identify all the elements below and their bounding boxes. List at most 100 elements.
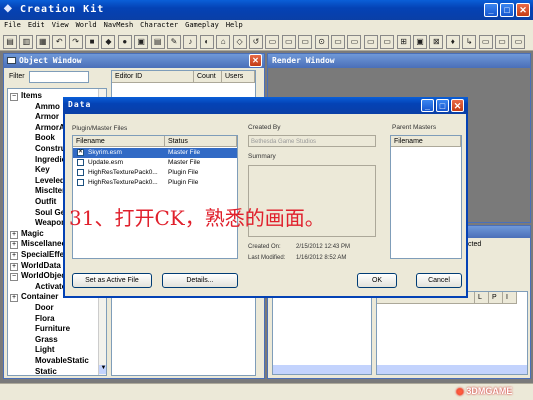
files-column-filename[interactable]: Filename bbox=[73, 136, 165, 147]
tree-scroll-down[interactable]: ▼ bbox=[99, 365, 106, 374]
tree-item[interactable]: Furniture bbox=[35, 324, 70, 333]
data-dialog-minimize-button[interactable]: _ bbox=[421, 99, 434, 112]
menu-item-gameplay[interactable]: Gameplay bbox=[185, 21, 219, 29]
checkbox[interactable] bbox=[77, 179, 84, 186]
tree-item[interactable]: Flora bbox=[35, 314, 55, 323]
parent-masters-column-filename[interactable]: Filename bbox=[391, 136, 461, 147]
toolbar-tool-icon[interactable]: ▭ bbox=[495, 35, 509, 49]
file-row[interactable]: HighResTexturePack0... Plugin File bbox=[73, 178, 237, 188]
tree-item[interactable]: Static bbox=[35, 367, 57, 375]
toolbar-tool-icon[interactable]: ▣ bbox=[413, 35, 427, 49]
expand-icon[interactable]: + bbox=[10, 294, 18, 303]
toolbar-tool-icon[interactable]: ▭ bbox=[511, 35, 526, 49]
tree-item[interactable]: Weapon bbox=[35, 218, 66, 227]
toolbar-tool-icon[interactable]: ↺ bbox=[249, 35, 263, 49]
toolbar-tool-icon[interactable]: ▭ bbox=[298, 35, 313, 49]
collapse-icon[interactable]: − bbox=[10, 273, 18, 282]
expand-icon[interactable]: + bbox=[10, 262, 18, 271]
cell-list-right[interactable]: L P I bbox=[376, 291, 528, 375]
toolbar-tool-icon[interactable]: ♦ bbox=[445, 35, 460, 49]
cell-list-left[interactable] bbox=[272, 291, 372, 375]
tree-item[interactable]: Door bbox=[35, 303, 54, 312]
data-dialog-close-button[interactable]: ✕ bbox=[451, 99, 464, 112]
files-column-status[interactable]: Status bbox=[165, 136, 237, 147]
maximize-button[interactable]: □ bbox=[500, 3, 514, 17]
toolbar-tool-icon[interactable]: ◆ bbox=[101, 35, 116, 49]
plugin-files-list[interactable]: Filename Status ✕ Skyrim.esm Master File Up… bbox=[72, 135, 238, 259]
toolbar-tool-icon[interactable]: ▣ bbox=[134, 35, 149, 49]
file-row[interactable]: Update.esm Master File bbox=[73, 158, 237, 168]
tree-item[interactable]: Outfit bbox=[35, 197, 56, 206]
data-dialog-maximize-button[interactable]: □ bbox=[436, 99, 449, 112]
cell-column-p[interactable]: P bbox=[489, 292, 503, 304]
toolbar-tool-icon[interactable]: ▤ bbox=[150, 35, 165, 49]
minimize-button[interactable]: _ bbox=[484, 3, 498, 17]
close-button[interactable]: ✕ bbox=[516, 3, 530, 17]
tree-item[interactable]: Armor bbox=[35, 112, 59, 121]
toolbar-tool-icon[interactable]: ▥ bbox=[19, 35, 34, 49]
tree-item[interactable]: − Items bbox=[10, 91, 42, 101]
tree-item[interactable]: Book bbox=[35, 133, 55, 142]
set-active-file-button[interactable]: Set as Active File bbox=[72, 273, 152, 288]
toolbar-tool-icon[interactable]: ⊠ bbox=[429, 35, 444, 49]
checkbox[interactable] bbox=[77, 159, 84, 166]
toolbar-tool-icon[interactable]: ↳ bbox=[462, 35, 477, 49]
toolbar-tool-icon[interactable]: ✎ bbox=[167, 35, 181, 49]
menu-item-edit[interactable]: Edit bbox=[28, 21, 45, 29]
toolbar-tool-icon[interactable]: ▭ bbox=[347, 35, 362, 49]
menu-item-view[interactable]: View bbox=[52, 21, 69, 29]
parent-masters-list[interactable]: Filename bbox=[390, 135, 462, 259]
cell-column-i[interactable]: I bbox=[503, 292, 517, 304]
menu-item-navmesh[interactable]: NavMesh bbox=[104, 21, 134, 29]
toolbar-tool-icon[interactable]: ▭ bbox=[363, 35, 378, 49]
cell-list-right-hscroll[interactable] bbox=[377, 365, 527, 374]
details-button[interactable]: Details... bbox=[162, 273, 238, 288]
toolbar-tool-icon[interactable]: ◐ bbox=[199, 35, 214, 49]
checkbox[interactable] bbox=[77, 169, 84, 176]
object-window-close-button[interactable]: ✕ bbox=[249, 54, 262, 67]
tree-item[interactable]: Grass bbox=[35, 335, 58, 344]
toolbar-tool-icon[interactable]: ● bbox=[117, 35, 132, 49]
toolbar-tool-icon[interactable]: ▤ bbox=[3, 35, 17, 49]
menu-item-character[interactable]: Character bbox=[140, 21, 178, 29]
column-header-users[interactable]: Users bbox=[222, 71, 255, 83]
tree-item[interactable]: + Container bbox=[10, 292, 58, 303]
expand-icon[interactable]: + bbox=[10, 230, 18, 239]
toolbar-tool-icon[interactable]: ↷ bbox=[68, 35, 83, 49]
cell-column-l[interactable]: L bbox=[475, 292, 489, 304]
toolbar-tool-icon[interactable]: ▭ bbox=[331, 35, 345, 49]
toolbar-tool-icon[interactable]: ◇ bbox=[232, 35, 247, 49]
cell-list-left-hscroll[interactable] bbox=[273, 365, 371, 374]
toolbar-tool-icon[interactable]: ▭ bbox=[478, 35, 493, 49]
toolbar-tool-icon[interactable]: ▭ bbox=[265, 35, 280, 49]
expand-icon[interactable]: + bbox=[10, 252, 18, 260]
toolbar-tool-icon[interactable]: ♪ bbox=[183, 35, 198, 49]
toolbar-tool-icon[interactable]: ⊞ bbox=[396, 35, 411, 49]
toolbar-tool-icon[interactable]: ▭ bbox=[281, 35, 296, 49]
tree-item[interactable]: Ammo bbox=[35, 102, 60, 111]
expand-icon[interactable]: + bbox=[10, 241, 18, 250]
ok-button[interactable]: OK bbox=[357, 273, 397, 288]
toolbar-tool-icon[interactable]: ▭ bbox=[380, 35, 395, 49]
file-row[interactable]: ✕ Skyrim.esm Master File bbox=[73, 148, 237, 158]
tree-item[interactable]: Light bbox=[35, 345, 55, 354]
toolbar-tool-icon[interactable]: ■ bbox=[85, 35, 99, 49]
toolbar-tool-icon[interactable]: ⌂ bbox=[216, 35, 231, 49]
filter-input[interactable] bbox=[29, 71, 89, 83]
tree-item[interactable]: Key bbox=[35, 165, 50, 174]
column-header-editor-id[interactable]: Editor ID bbox=[112, 71, 194, 83]
tree-item[interactable]: + Magic bbox=[10, 229, 44, 239]
collapse-icon[interactable]: − bbox=[10, 93, 18, 101]
menu-item-file[interactable]: File bbox=[4, 21, 21, 29]
cancel-button[interactable]: Cancel bbox=[416, 273, 462, 288]
menu-item-help[interactable]: Help bbox=[226, 21, 243, 29]
tree-item[interactable]: MovableStatic bbox=[35, 356, 89, 365]
column-header-count[interactable]: Count bbox=[194, 71, 222, 83]
toolbar-tool-icon[interactable]: ⊙ bbox=[314, 35, 329, 49]
menu-item-world[interactable]: World bbox=[76, 21, 97, 29]
checkbox-checked[interactable]: ✕ bbox=[77, 149, 84, 156]
toolbar-tool-icon[interactable]: ↶ bbox=[52, 35, 67, 49]
tree-item[interactable]: + WorldData bbox=[10, 261, 61, 271]
file-row[interactable]: HighResTexturePack0... Plugin File bbox=[73, 168, 237, 178]
toolbar-tool-icon[interactable]: ▦ bbox=[35, 35, 50, 49]
